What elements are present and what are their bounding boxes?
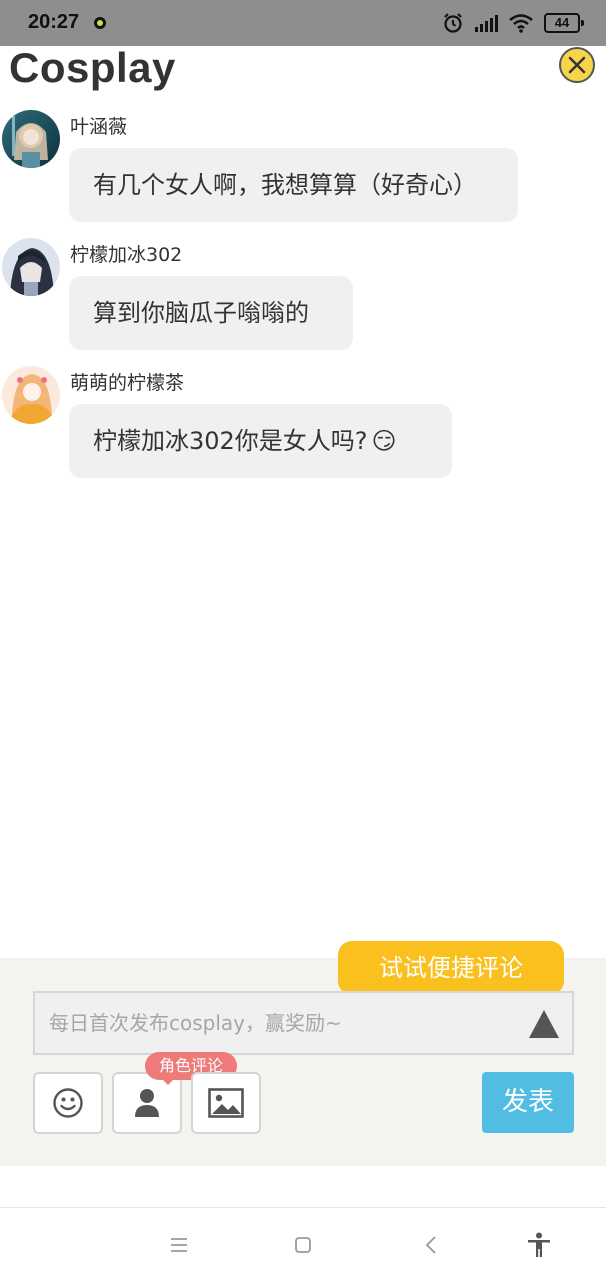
nav-home-button[interactable] bbox=[290, 1232, 316, 1258]
avatar[interactable] bbox=[2, 366, 60, 424]
home-square-icon bbox=[295, 1237, 311, 1253]
battery-indicator: 44 bbox=[544, 13, 584, 33]
back-chevron-icon bbox=[425, 1236, 436, 1254]
smiley-icon bbox=[53, 1088, 83, 1118]
image-button[interactable] bbox=[191, 1072, 261, 1134]
quick-comment-hint[interactable]: 试试便捷评论 bbox=[338, 941, 564, 995]
comment-input[interactable] bbox=[49, 993, 519, 1053]
triangle-up-icon bbox=[529, 1010, 559, 1038]
comment-username[interactable]: 柠檬加冰302 bbox=[70, 240, 182, 267]
comment-bubble[interactable]: 有几个女人啊，我想算算（好奇心） bbox=[69, 148, 518, 222]
accessibility-icon bbox=[528, 1232, 550, 1257]
comment-username[interactable]: 叶涵薇 bbox=[70, 112, 127, 139]
alarm-icon bbox=[444, 13, 462, 33]
comment-input-box bbox=[33, 991, 574, 1055]
comment-bubble[interactable]: 算到你脑瓜子嗡嗡的 bbox=[69, 276, 353, 350]
notification-dot-icon bbox=[94, 17, 106, 29]
status-bar: 20:27 44 bbox=[0, 0, 606, 46]
nav-accessibility-button[interactable] bbox=[526, 1232, 552, 1258]
nav-back-button[interactable] bbox=[418, 1232, 444, 1258]
close-button[interactable] bbox=[559, 47, 595, 83]
comment-username[interactable]: 萌萌的柠檬茶 bbox=[70, 368, 184, 395]
battery-level: 44 bbox=[554, 15, 570, 30]
wifi-icon bbox=[509, 14, 533, 33]
status-icons: 44 bbox=[442, 12, 584, 34]
nav-menu-button[interactable] bbox=[166, 1232, 192, 1258]
comment-text: 柠檬加冰302你是女人吗? bbox=[93, 427, 368, 455]
role-tag-tail bbox=[160, 1077, 176, 1085]
close-icon bbox=[568, 56, 586, 74]
system-nav-bar bbox=[0, 1207, 606, 1280]
avatar[interactable] bbox=[2, 238, 60, 296]
emoji-button[interactable] bbox=[33, 1072, 103, 1134]
status-time: 20:27 bbox=[28, 11, 80, 33]
signal-icon bbox=[475, 15, 498, 32]
image-icon bbox=[208, 1088, 244, 1118]
page-title: Cosplay bbox=[9, 44, 176, 91]
menu-icon bbox=[171, 1238, 187, 1252]
comment-bubble[interactable]: 柠檬加冰302你是女人吗? 😏 bbox=[69, 404, 452, 478]
smirk-emoji-icon: 😏 bbox=[371, 427, 397, 455]
avatar[interactable] bbox=[2, 110, 60, 168]
expand-button[interactable] bbox=[528, 1009, 560, 1039]
publish-button[interactable]: 发表 bbox=[482, 1072, 574, 1133]
person-icon bbox=[135, 1089, 159, 1117]
